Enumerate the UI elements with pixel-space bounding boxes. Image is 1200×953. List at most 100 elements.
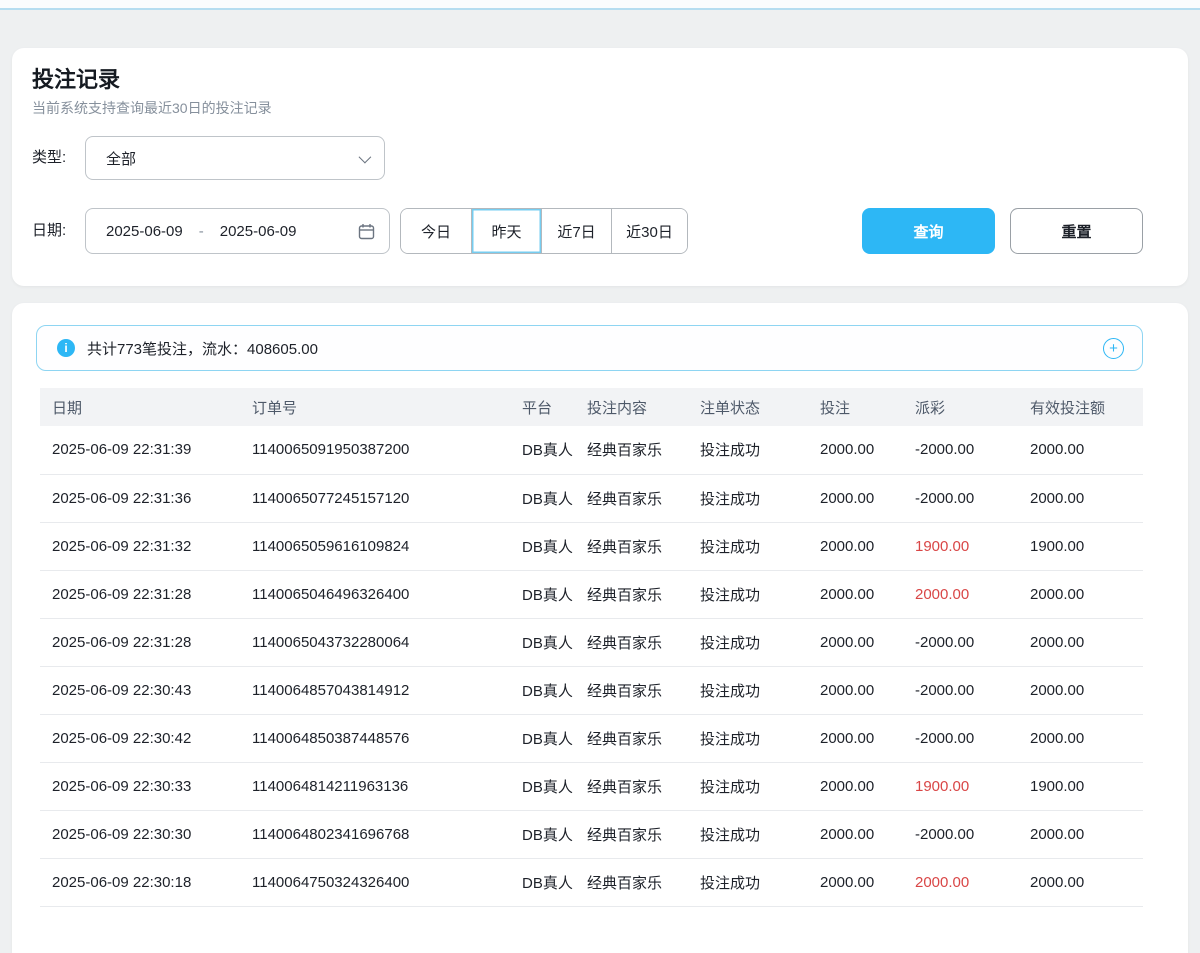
cell-bet-status: 投注成功 [700,666,820,714]
cell-bet-amount: 2000.00 [820,474,915,522]
cell-date: 2025-06-09 22:31:39 [40,426,252,474]
quick-range-today[interactable]: 今日 [401,209,471,253]
table-row: 2025-06-09 22:31:361140065077245157120DB… [40,474,1143,522]
quick-range-yesterday[interactable]: 昨天 [471,209,541,253]
cell-platform: DB真人 [522,522,587,570]
reset-button[interactable]: 重置 [1010,208,1143,254]
summary-text: 共计773笔投注，流水：408605.00 [87,338,318,359]
table-header-row: 日期 订单号 平台 投注内容 注单状态 投注 派彩 有效投注额 [40,388,1143,426]
cell-bet-content: 经典百家乐 [587,522,700,570]
cell-bet-content: 经典百家乐 [587,858,700,906]
cell-payout: -2000.00 [915,474,1030,522]
table-row: 2025-06-09 22:31:281140065046496326400DB… [40,570,1143,618]
cell-date: 2025-06-09 22:31:36 [40,474,252,522]
type-select-value: 全部 [106,148,136,169]
column-header-valid-bet: 有效投注额 [1030,388,1143,426]
cell-bet-status: 投注成功 [700,858,820,906]
cell-order-no: 1140065059616109824 [252,522,522,570]
table-row: 2025-06-09 22:30:331140064814211963136DB… [40,762,1143,810]
date-range-input[interactable]: 2025-06-09 - 2025-06-09 [85,208,390,254]
cell-bet-status: 投注成功 [700,426,820,474]
column-header-date: 日期 [40,388,252,426]
cell-payout: 2000.00 [915,858,1030,906]
cell-bet-amount: 2000.00 [820,714,915,762]
table-row: 2025-06-09 22:31:281140065043732280064DB… [40,618,1143,666]
cell-bet-status: 投注成功 [700,570,820,618]
cell-bet-status: 投注成功 [700,762,820,810]
cell-payout: -2000.00 [915,618,1030,666]
date-end-value: 2025-06-09 [220,223,297,240]
cell-order-no: 1140065043732280064 [252,618,522,666]
column-header-platform: 平台 [522,388,587,426]
plus-circle-icon[interactable]: + [1103,338,1124,359]
calendar-icon[interactable] [358,223,375,240]
summary-bar: i 共计773笔投注，流水：408605.00 + [36,325,1143,371]
cell-platform: DB真人 [522,810,587,858]
cell-bet-status: 投注成功 [700,618,820,666]
cell-date: 2025-06-09 22:30:18 [40,858,252,906]
cell-bet-amount: 2000.00 [820,762,915,810]
cell-date: 2025-06-09 22:30:42 [40,714,252,762]
cell-platform: DB真人 [522,426,587,474]
table-row: 2025-06-09 22:30:421140064850387448576DB… [40,714,1143,762]
cell-valid-bet: 2000.00 [1030,618,1143,666]
cell-platform: DB真人 [522,570,587,618]
date-separator: - [199,223,204,240]
bet-records-table: 日期 订单号 平台 投注内容 注单状态 投注 派彩 有效投注额 2025-06-… [40,388,1143,907]
type-select[interactable]: 全部 [85,136,385,180]
page-title: 投注记录 [32,62,120,94]
cell-order-no: 1140065077245157120 [252,474,522,522]
cell-order-no: 1140065091950387200 [252,426,522,474]
table-row: 2025-06-09 22:31:391140065091950387200DB… [40,426,1143,474]
results-card: i 共计773笔投注，流水：408605.00 + 日期 订单号 平台 投注内容… [12,303,1188,953]
filter-card: 投注记录 当前系统支持查询最近30日的投注记录 类型: 全部 日期: 2025-… [12,48,1188,286]
column-header-payout: 派彩 [915,388,1030,426]
cell-payout: 1900.00 [915,522,1030,570]
cell-bet-status: 投注成功 [700,810,820,858]
cell-bet-amount: 2000.00 [820,666,915,714]
cell-date: 2025-06-09 22:30:30 [40,810,252,858]
cell-order-no: 1140064814211963136 [252,762,522,810]
cell-payout: -2000.00 [915,666,1030,714]
cell-date: 2025-06-09 22:31:28 [40,570,252,618]
cell-bet-amount: 2000.00 [820,426,915,474]
cell-bet-amount: 2000.00 [820,570,915,618]
cell-payout: 2000.00 [915,570,1030,618]
cell-date: 2025-06-09 22:31:32 [40,522,252,570]
table-row: 2025-06-09 22:30:181140064750324326400DB… [40,858,1143,906]
cell-platform: DB真人 [522,762,587,810]
cell-valid-bet: 1900.00 [1030,522,1143,570]
quick-range-last30days[interactable]: 近30日 [611,209,687,253]
table-row: 2025-06-09 22:30:301140064802341696768DB… [40,810,1143,858]
quick-range-group: 今日 昨天 近7日 近30日 [400,208,688,254]
cell-platform: DB真人 [522,666,587,714]
cell-bet-content: 经典百家乐 [587,666,700,714]
cell-order-no: 1140064750324326400 [252,858,522,906]
cell-payout: -2000.00 [915,810,1030,858]
cell-bet-content: 经典百家乐 [587,714,700,762]
quick-range-last7days[interactable]: 近7日 [541,209,611,253]
cell-bet-content: 经典百家乐 [587,570,700,618]
cell-bet-content: 经典百家乐 [587,762,700,810]
cell-order-no: 1140064850387448576 [252,714,522,762]
column-header-bet-amount: 投注 [820,388,915,426]
cell-order-no: 1140064802341696768 [252,810,522,858]
cell-payout: -2000.00 [915,426,1030,474]
column-header-order-no: 订单号 [252,388,522,426]
cell-bet-content: 经典百家乐 [587,618,700,666]
date-start-value: 2025-06-09 [106,223,183,240]
table-row: 2025-06-09 22:30:431140064857043814912DB… [40,666,1143,714]
date-label: 日期: [32,208,66,254]
cell-date: 2025-06-09 22:30:43 [40,666,252,714]
cell-bet-status: 投注成功 [700,714,820,762]
query-button[interactable]: 查询 [862,208,995,254]
cell-bet-content: 经典百家乐 [587,474,700,522]
type-label: 类型: [32,136,66,180]
cell-bet-content: 经典百家乐 [587,810,700,858]
cell-bet-amount: 2000.00 [820,810,915,858]
cell-payout: 1900.00 [915,762,1030,810]
cell-bet-amount: 2000.00 [820,618,915,666]
top-divider-bar [0,0,1200,10]
cell-valid-bet: 2000.00 [1030,474,1143,522]
cell-platform: DB真人 [522,858,587,906]
